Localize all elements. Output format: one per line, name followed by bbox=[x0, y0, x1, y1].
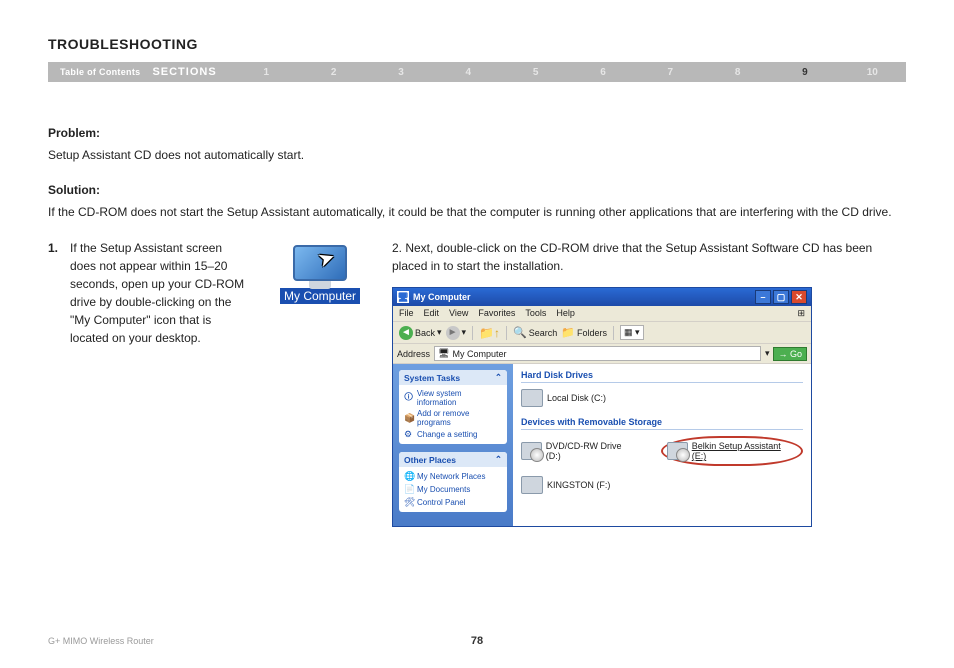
system-tasks-title: System Tasks bbox=[404, 373, 460, 383]
section-link-5[interactable]: 5 bbox=[502, 67, 569, 78]
task-view-system-info[interactable]: 🛈View system information bbox=[404, 388, 502, 408]
network-icon: 🌐 bbox=[404, 471, 414, 482]
problem-text: Setup Assistant CD does not automaticall… bbox=[48, 146, 906, 165]
group-hard-disk: Hard Disk Drives bbox=[521, 370, 803, 383]
sidebar: System Tasks ⌃ 🛈View system information … bbox=[393, 364, 513, 526]
drive-local-c[interactable]: Local Disk (C:) bbox=[521, 389, 606, 407]
windows-logo-icon: ⊞ bbox=[797, 308, 805, 319]
removable-drive-icon bbox=[521, 476, 543, 494]
folders-button[interactable]: 📁Folders bbox=[561, 326, 607, 339]
section-link-6[interactable]: 6 bbox=[569, 67, 636, 78]
my-computer-window: 🖥 My Computer – ▢ ✕ File Edit View Favor… bbox=[392, 287, 812, 527]
section-link-3[interactable]: 3 bbox=[367, 67, 434, 78]
problem-label: Problem: bbox=[48, 126, 906, 140]
address-icon: 🖥 bbox=[438, 348, 449, 359]
link-my-documents[interactable]: 📄My Documents bbox=[404, 483, 502, 496]
address-value: My Computer bbox=[452, 349, 506, 359]
back-button[interactable]: ◄Back ▾ bbox=[399, 326, 442, 340]
programs-icon: 📦 bbox=[404, 413, 414, 424]
section-link-7[interactable]: 7 bbox=[637, 67, 704, 78]
menu-file[interactable]: File bbox=[399, 308, 414, 319]
views-button[interactable]: ▦ ▾ bbox=[620, 325, 644, 340]
forward-button[interactable]: ► ▾ bbox=[446, 326, 467, 340]
close-button[interactable]: ✕ bbox=[791, 290, 807, 304]
section-link-4[interactable]: 4 bbox=[435, 67, 502, 78]
system-tasks-panel: System Tasks ⌃ 🛈View system information … bbox=[399, 370, 507, 444]
menu-edit[interactable]: Edit bbox=[424, 308, 440, 319]
documents-icon: 📄 bbox=[404, 484, 414, 495]
collapse-icon[interactable]: ⌃ bbox=[495, 454, 502, 465]
link-control-panel[interactable]: 🛠Control Panel bbox=[404, 496, 502, 509]
address-dropdown-icon[interactable]: ▾ bbox=[765, 348, 770, 359]
menu-bar: File Edit View Favorites Tools Help ⊞ bbox=[393, 306, 811, 322]
cd-drive-icon bbox=[667, 442, 688, 460]
window-titlebar: 🖥 My Computer – ▢ ✕ bbox=[393, 288, 811, 306]
toc-link[interactable]: Table of Contents bbox=[48, 67, 152, 77]
maximize-button[interactable]: ▢ bbox=[773, 290, 789, 304]
main-pane: Hard Disk Drives Local Disk (C:) Devices… bbox=[513, 364, 811, 526]
step-2-text: 2. Next, double-click on the CD-ROM driv… bbox=[392, 239, 906, 275]
address-bar: Address 🖥 My Computer ▾ → Go bbox=[393, 344, 811, 364]
step-1-text: If the Setup Assistant screen does not a… bbox=[70, 239, 248, 347]
group-removable: Devices with Removable Storage bbox=[521, 417, 803, 430]
solution-label: Solution: bbox=[48, 183, 906, 197]
solution-text: If the CD-ROM does not start the Setup A… bbox=[48, 203, 906, 222]
info-icon: 🛈 bbox=[404, 390, 414, 406]
window-title-text: My Computer bbox=[413, 292, 753, 302]
menu-view[interactable]: View bbox=[449, 308, 468, 319]
section-link-9[interactable]: 9 bbox=[771, 67, 838, 78]
section-nav: Table of Contents SECTIONS 1 2 3 4 5 6 7… bbox=[48, 62, 906, 82]
settings-icon: ⚙ bbox=[404, 429, 414, 440]
cd-drive-icon bbox=[521, 442, 542, 460]
address-field[interactable]: 🖥 My Computer bbox=[434, 346, 761, 361]
menu-favorites[interactable]: Favorites bbox=[478, 308, 515, 319]
step-1-number: 1. bbox=[48, 239, 70, 347]
minimize-button[interactable]: – bbox=[755, 290, 771, 304]
control-panel-icon: 🛠 bbox=[404, 497, 414, 508]
section-link-1[interactable]: 1 bbox=[233, 67, 300, 78]
product-name: G+ MIMO Wireless Router bbox=[48, 636, 154, 646]
menu-help[interactable]: Help bbox=[556, 308, 575, 319]
page-number: 78 bbox=[471, 635, 483, 647]
hdd-icon bbox=[521, 389, 543, 407]
up-folder-button[interactable]: 📁↑ bbox=[479, 326, 500, 340]
section-link-2[interactable]: 2 bbox=[300, 67, 367, 78]
other-places-panel: Other Places ⌃ 🌐My Network Places 📄My Do… bbox=[399, 452, 507, 512]
other-places-title: Other Places bbox=[404, 455, 456, 465]
drive-dvd-d[interactable]: DVD/CD-RW Drive (D:) bbox=[521, 441, 633, 461]
section-link-8[interactable]: 8 bbox=[704, 67, 771, 78]
address-label: Address bbox=[397, 349, 430, 359]
my-computer-desktop-icon: ➤ My Computer bbox=[278, 245, 362, 305]
menu-tools[interactable]: Tools bbox=[525, 308, 546, 319]
window-title-icon: 🖥 bbox=[397, 291, 409, 303]
section-link-10[interactable]: 10 bbox=[839, 67, 906, 78]
page-footer: G+ MIMO Wireless Router 78 bbox=[0, 636, 954, 646]
task-change-setting[interactable]: ⚙Change a setting bbox=[404, 428, 502, 441]
toolbar: ◄Back ▾ ► ▾ 📁↑ 🔍Search 📁Folders ▦ ▾ bbox=[393, 322, 811, 344]
collapse-icon[interactable]: ⌃ bbox=[495, 372, 502, 383]
task-add-remove-programs[interactable]: 📦Add or remove programs bbox=[404, 408, 502, 428]
my-computer-icon-label: My Computer bbox=[280, 288, 360, 304]
link-network-places[interactable]: 🌐My Network Places bbox=[404, 470, 502, 483]
page-title: TROUBLESHOOTING bbox=[48, 36, 906, 52]
step-1: 1. If the Setup Assistant screen does no… bbox=[48, 239, 248, 347]
sections-label: SECTIONS bbox=[152, 66, 232, 78]
drive-belkin-e[interactable]: Belkin Setup Assistant (E:) bbox=[661, 436, 803, 466]
drive-kingston-f[interactable]: KINGSTON (F:) bbox=[521, 476, 610, 494]
go-button[interactable]: → Go bbox=[773, 347, 807, 361]
search-button[interactable]: 🔍Search bbox=[513, 326, 557, 339]
